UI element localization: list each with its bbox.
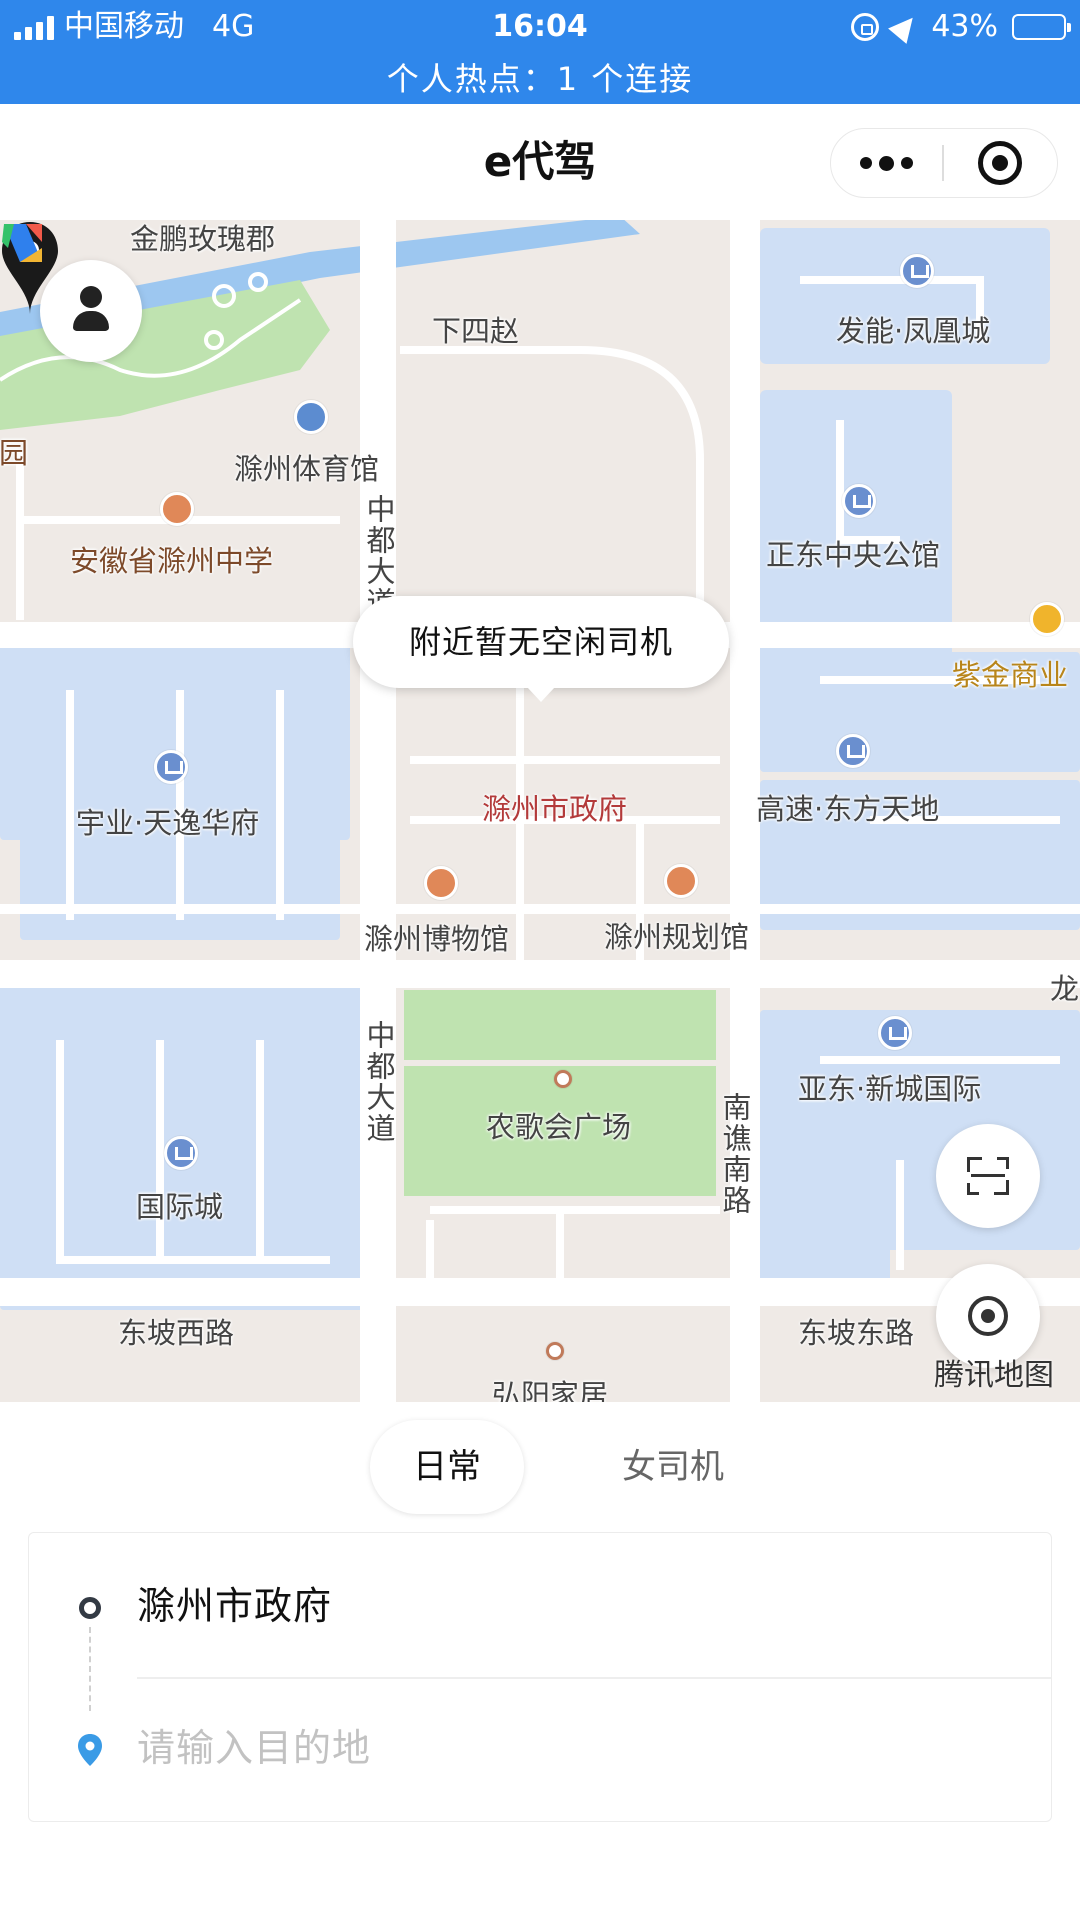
map-label-gaosu: 高速·东方天地 <box>756 792 940 826</box>
map-label-zhongdu-south: 中都大道 <box>362 1020 396 1144</box>
battery-percent: 43% <box>931 9 998 44</box>
map-label-zijin: 紫金商业 <box>952 658 1069 692</box>
shopping-icon <box>1030 602 1064 636</box>
map-attribution: 腾讯地图 <box>934 1358 1054 1393</box>
plaza-icon <box>554 1070 572 1088</box>
tab-daily[interactable]: 日常 <box>370 1420 524 1514</box>
battery-icon <box>1012 14 1071 40</box>
store-icon <box>546 1342 564 1360</box>
service-tabs: 日常 女司机 <box>0 1402 1080 1532</box>
scan-button[interactable] <box>936 1124 1040 1228</box>
more-dots-icon[interactable] <box>831 129 942 197</box>
driver-status-bubble: 附近暂无空闲司机 <box>353 596 729 702</box>
map-label-dongpo-west: 东坡西路 <box>118 1316 235 1350</box>
destination-pin-icon <box>78 1734 102 1766</box>
residence-icon <box>842 484 876 518</box>
miniprogram-capsule <box>830 128 1058 198</box>
planning-hall-icon <box>664 864 698 898</box>
map-label-school: 安徽省滁州中学 <box>70 544 274 578</box>
residence-icon <box>164 1136 198 1170</box>
stadium-icon <box>294 400 328 434</box>
scan-icon <box>967 1157 1009 1195</box>
map-label-faneng: 发能·凤凰城 <box>836 314 991 348</box>
map-label-planning: 滁州规划馆 <box>604 920 750 954</box>
hotspot-banner[interactable]: 个人热点：1 个连接 <box>0 54 1080 104</box>
residence-icon <box>878 1016 912 1050</box>
status-bar: 中国移动 4G 16:04 43% 个人热点：1 个连接 <box>0 0 1080 104</box>
location-arrow-icon <box>888 10 923 44</box>
map-label-guojicheng: 国际城 <box>136 1190 224 1224</box>
map-label-yuye: 宇业·天逸华府 <box>76 806 260 840</box>
app-header: e代驾 <box>0 104 1080 220</box>
residence-icon <box>836 734 870 768</box>
residence-icon <box>900 254 934 288</box>
tab-female-driver[interactable]: 女司机 <box>596 1420 750 1514</box>
tencent-map-logo-icon <box>2 224 42 262</box>
map-label-museum: 滁州博物馆 <box>364 922 510 956</box>
map-label-dongpo-east: 东坡东路 <box>798 1316 915 1350</box>
route-card: 滁州市政府 <box>28 1532 1052 1822</box>
origin-field[interactable]: 滁州市政府 <box>137 1575 332 1630</box>
route-divider <box>137 1677 1051 1679</box>
residence-icon <box>154 750 188 784</box>
map-label-park: 公园 <box>0 436 29 470</box>
target-icon <box>968 1296 1008 1336</box>
map-label-gov: 滁州市政府 <box>482 792 628 826</box>
rotation-lock-icon <box>851 13 880 41</box>
map-label-hongyang: 弘阳家居 <box>492 1378 609 1402</box>
map-label-stadium: 滁州体育馆 <box>234 452 380 486</box>
map-label-zhengdong: 正东中央公馆 <box>766 538 941 572</box>
museum-icon <box>424 866 458 900</box>
map-label-nongge: 农歌会广场 <box>486 1110 632 1144</box>
map-label-xiasizhao: 下四赵 <box>432 314 520 348</box>
map-label-yadong: 亚东·新城国际 <box>798 1072 982 1106</box>
school-icon <box>160 492 194 526</box>
map-label-long: 龙 <box>1050 972 1080 1006</box>
close-miniprogram-icon[interactable] <box>944 129 1057 197</box>
map-label-jinpeng: 金鹏玫瑰郡 <box>130 222 276 256</box>
destination-input[interactable] <box>137 1713 1017 1783</box>
map-view[interactable]: 金鹏玫瑰郡 下四赵 发能·凤凰城 公园 滁州体育馆 安徽省滁州中学 中都大道 正… <box>0 220 1080 1402</box>
origin-dot-icon <box>79 1597 101 1619</box>
map-label-nanqiao: 南谯南路 <box>718 1092 752 1216</box>
route-connector <box>89 1627 91 1711</box>
